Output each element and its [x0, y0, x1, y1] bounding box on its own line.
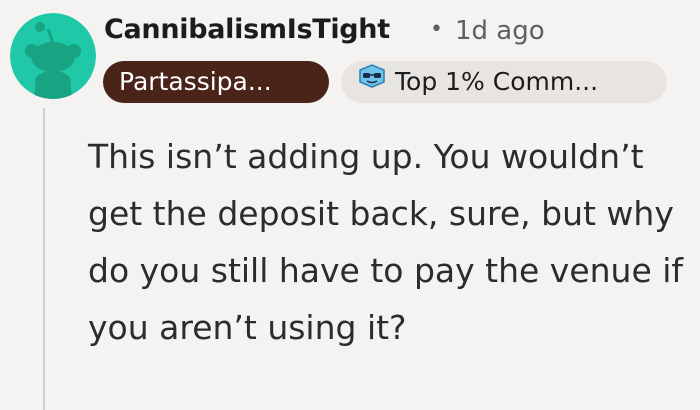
comment: CannibalismIsTight • 1d ago Partassipa...…	[0, 0, 700, 410]
meta-separator: •	[430, 17, 443, 42]
comment-meta: • 1d ago	[430, 16, 545, 46]
timestamp[interactable]: 1d ago	[455, 16, 545, 46]
top-commenter-label: Top 1% Comm...	[395, 67, 599, 96]
top-commenter-badge-icon	[357, 61, 387, 102]
snoo-avatar-icon	[10, 13, 96, 99]
thread-line[interactable]	[43, 108, 45, 410]
top-commenter-badge[interactable]: Top 1% Comm...	[341, 61, 667, 103]
avatar[interactable]	[10, 13, 96, 99]
comment-body: This isn’t adding up. You wouldn’t get t…	[88, 137, 684, 347]
username[interactable]: CannibalismIsTight	[104, 14, 390, 45]
user-flair-badge[interactable]: Partassipa...	[103, 61, 329, 103]
